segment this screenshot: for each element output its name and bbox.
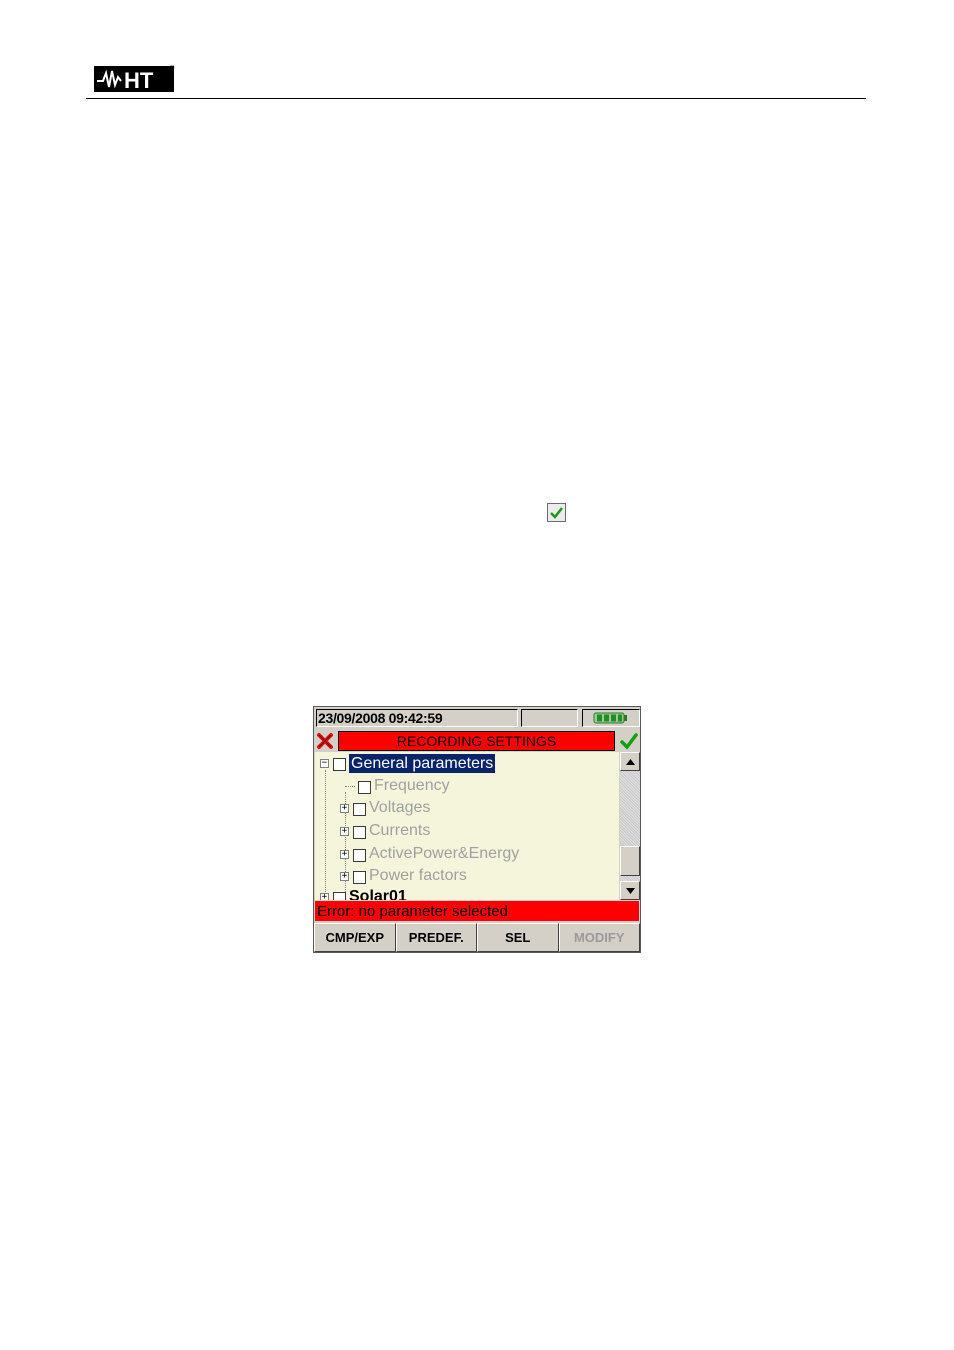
cancel-button[interactable]: [315, 731, 335, 750]
tree-item-voltages[interactable]: + Voltages: [340, 797, 430, 819]
checkbox[interactable]: [353, 803, 366, 816]
tree-item-label: Solar01: [349, 888, 407, 900]
checkbox[interactable]: [353, 849, 366, 862]
vertical-scrollbar[interactable]: [620, 752, 640, 900]
tree-item-label: Currents: [369, 822, 431, 839]
scroll-thumb[interactable]: [620, 846, 640, 876]
scroll-up-button[interactable]: [620, 752, 640, 771]
tree-branch-line: [345, 785, 355, 787]
tree-item-currents[interactable]: + Currents: [340, 820, 430, 842]
sel-button[interactable]: SEL: [477, 923, 559, 952]
expand-icon[interactable]: +: [320, 892, 329, 900]
ht-logo: HT ®: [94, 63, 176, 93]
tree-guide-line: [325, 770, 326, 900]
expand-icon[interactable]: +: [340, 826, 349, 836]
arrow-down-icon: [625, 887, 635, 894]
predef-button[interactable]: PREDEF.: [395, 923, 477, 952]
expand-icon[interactable]: +: [340, 871, 349, 881]
arrow-up-icon: [625, 758, 635, 765]
status-field: [521, 709, 578, 727]
datetime-display: 23/09/2008 09:42:59: [316, 709, 518, 727]
checkbox[interactable]: [353, 826, 366, 839]
battery-full-icon: [593, 712, 627, 724]
status-bar: 23/09/2008 09:42:59: [315, 708, 640, 729]
tree-item-general-parameters[interactable]: − General parameters: [320, 752, 496, 774]
tree-item-label: Power factors: [369, 867, 467, 884]
header-divider: [86, 98, 866, 99]
cmp-exp-button[interactable]: CMP/EXP: [314, 923, 396, 952]
svg-text:HT: HT: [124, 68, 154, 93]
collapse-icon[interactable]: −: [320, 758, 329, 768]
tree-item-label: Voltages: [369, 799, 431, 816]
tree-item-frequency[interactable]: Frequency: [345, 775, 450, 797]
tree-item-solar01[interactable]: + Solar01: [320, 886, 407, 900]
expand-icon[interactable]: +: [340, 803, 349, 813]
tree-item-label: Frequency: [374, 777, 450, 794]
softkey-bar: CMP/EXP PREDEF. SEL MODIFY: [314, 923, 640, 952]
confirm-button[interactable]: [619, 731, 639, 750]
tree-item-label: ActivePower&Energy: [369, 845, 520, 862]
checkbox[interactable]: [333, 758, 346, 771]
svg-text:®: ®: [170, 65, 175, 72]
checkbox[interactable]: [333, 892, 346, 900]
error-message: Error: no parameter selected: [315, 901, 639, 921]
tree-item-power-factors[interactable]: + Power factors: [340, 865, 467, 887]
checkbox[interactable]: [353, 871, 366, 884]
red-x-icon: [317, 732, 333, 749]
tree-item-label: General parameters: [349, 753, 496, 773]
parameter-tree: − General parameters Frequency + Voltage…: [315, 752, 619, 900]
battery-indicator: [582, 709, 640, 727]
expand-icon[interactable]: +: [340, 849, 349, 859]
green-check-icon: [620, 732, 638, 750]
instrument-screen: 23/09/2008 09:42:59 RECORDING SETTINGS −…: [313, 706, 641, 953]
modify-button: MODIFY: [558, 923, 640, 952]
screen-title: RECORDING SETTINGS: [338, 731, 615, 751]
checkbox[interactable]: [358, 781, 371, 794]
scroll-down-button[interactable]: [620, 881, 640, 900]
confirm-check-icon: [547, 503, 566, 522]
tree-item-active-power-energy[interactable]: + ActivePower&Energy: [340, 843, 519, 865]
title-bar: RECORDING SETTINGS: [315, 730, 639, 751]
